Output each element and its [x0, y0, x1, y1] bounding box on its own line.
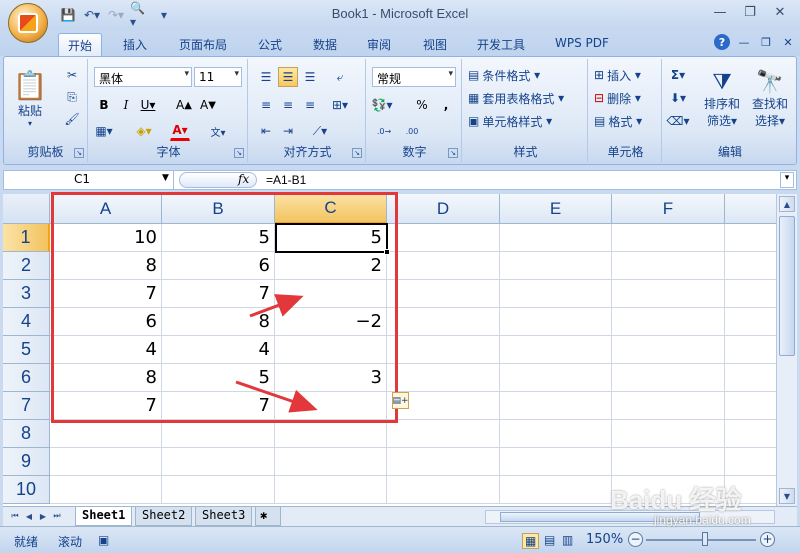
next-sheet-icon[interactable]: ▶: [37, 510, 49, 522]
vertical-scroll-thumb[interactable]: [779, 216, 795, 356]
first-sheet-icon[interactable]: ⏮: [9, 510, 21, 522]
zoom-out-icon[interactable]: −: [628, 532, 643, 547]
baidu-watermark-url: jingyan.baidu.com: [654, 513, 751, 527]
insert-sheet-icon[interactable]: ✱: [255, 507, 281, 526]
scroll-down-icon[interactable]: ▼: [779, 488, 795, 504]
paste-options-icon[interactable]: ▤+: [392, 392, 409, 409]
arrow-to-c3: [249, 294, 304, 318]
sheet-tab-1[interactable]: Sheet1: [75, 507, 133, 526]
page-break-view-icon[interactable]: ▥: [562, 533, 573, 547]
zoom-slider[interactable]: [646, 539, 756, 541]
zoom-slider-knob[interactable]: [702, 532, 708, 546]
prev-sheet-icon[interactable]: ◀: [23, 510, 35, 522]
status-scroll-lock: 滚动: [58, 535, 83, 549]
sheet-tab-2[interactable]: Sheet2: [135, 507, 193, 526]
last-sheet-icon[interactable]: ⏭: [51, 510, 63, 522]
zoom-level[interactable]: 150%: [586, 532, 623, 547]
page-layout-view-icon[interactable]: ▤: [544, 533, 555, 547]
baidu-watermark: Baidu 经验: [610, 485, 742, 515]
vertical-scrollbar[interactable]: ▲ ▼: [776, 194, 797, 506]
annotation-arrows: [235, 294, 318, 413]
sheet-tab-3[interactable]: Sheet3: [195, 507, 253, 526]
macro-record-icon[interactable]: ▣: [98, 533, 109, 547]
normal-view-icon[interactable]: ▦: [522, 533, 540, 549]
status-bar: 就绪 滚动 ▣ ▦ ▤ ▥ 150% − +: [0, 526, 800, 553]
office-logo-icon: [18, 13, 38, 33]
status-ready: 就绪: [14, 535, 39, 549]
arrow-to-c7: [235, 380, 318, 413]
office-button[interactable]: [8, 3, 48, 43]
scroll-up-icon[interactable]: ▲: [779, 196, 795, 212]
zoom-in-icon[interactable]: +: [760, 532, 775, 547]
